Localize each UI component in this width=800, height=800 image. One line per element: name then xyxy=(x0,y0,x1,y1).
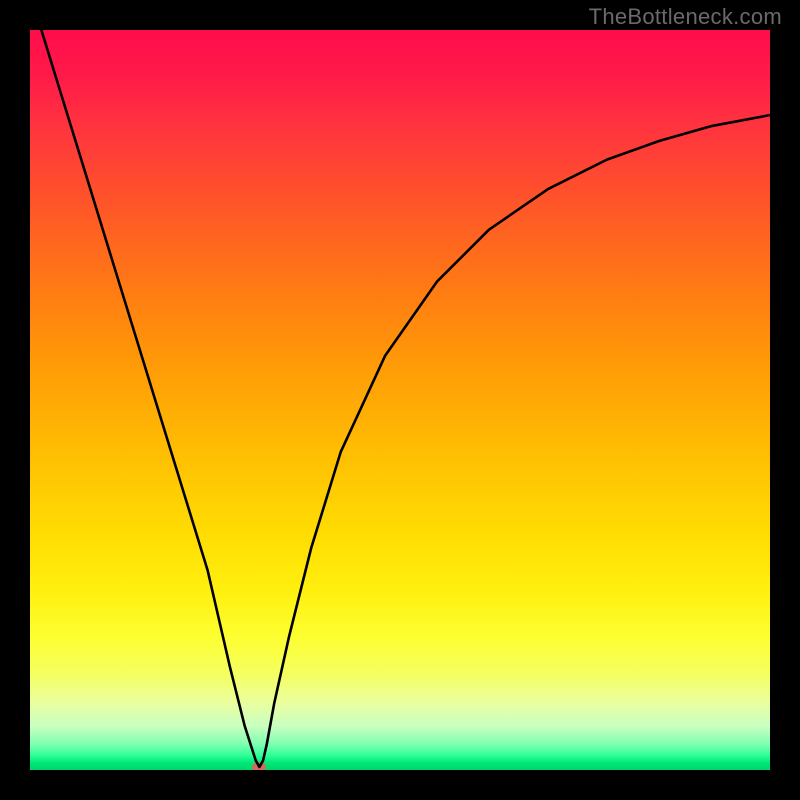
plot-area xyxy=(30,30,770,770)
curve-line xyxy=(30,30,770,767)
watermark-text: TheBottleneck.com xyxy=(589,4,782,30)
chart-svg xyxy=(30,30,770,770)
